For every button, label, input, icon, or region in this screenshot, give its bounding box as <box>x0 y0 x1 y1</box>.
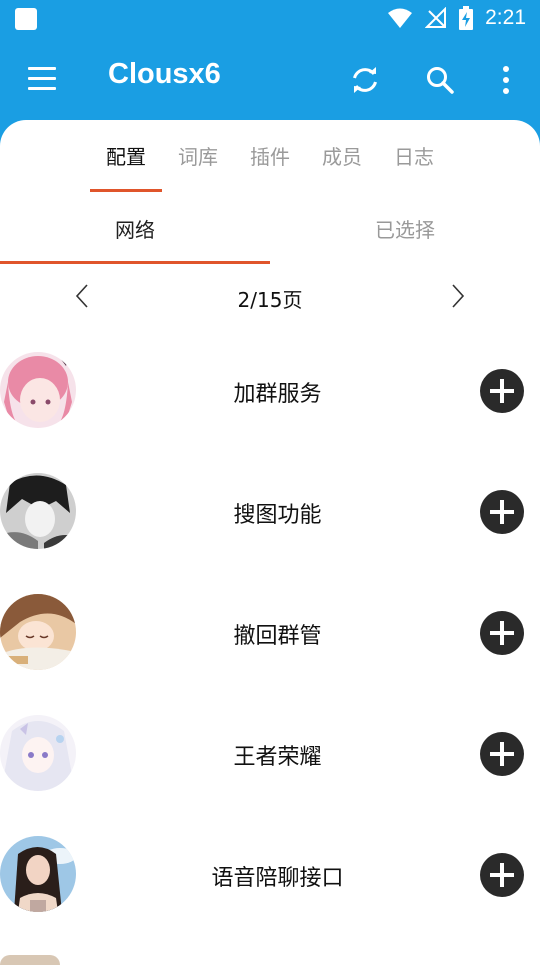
list-item[interactable]: 撤回群管 <box>0 574 540 695</box>
pager: 2/15页 <box>0 264 540 328</box>
app-bar: Clousx6 <box>0 40 540 116</box>
add-plugin-button[interactable] <box>480 732 524 776</box>
plugin-list: 加群服务 搜图功能 撤回群管 王者荣耀 语音陪聊接口 <box>0 332 540 937</box>
refresh-icon[interactable] <box>345 60 385 100</box>
item-name: 语音陪聊接口 <box>211 866 344 891</box>
portrait-girl-avatar <box>0 836 76 912</box>
no-signal-icon <box>425 7 447 28</box>
item-name: 撤回群管 <box>233 624 322 649</box>
next-page-icon[interactable] <box>446 282 470 310</box>
add-plugin-button[interactable] <box>480 369 524 413</box>
tab-lexicon[interactable]: 词库 <box>162 120 234 192</box>
add-plugin-button[interactable] <box>480 490 524 534</box>
add-plugin-button[interactable] <box>480 853 524 897</box>
notification-icon <box>15 8 37 30</box>
subtab-network[interactable]: 网络 <box>0 192 270 264</box>
list-item[interactable]: 搜图功能 <box>0 453 540 574</box>
search-icon[interactable] <box>420 60 460 100</box>
app-title: Clousx6 <box>108 58 221 90</box>
add-plugin-button[interactable] <box>480 611 524 655</box>
wifi-icon <box>388 8 413 28</box>
subtab-selected[interactable]: 已选择 <box>270 192 540 264</box>
item-name: 王者荣耀 <box>233 745 322 770</box>
battery-charging-icon <box>459 6 474 30</box>
status-time: 2:21 <box>485 6 526 29</box>
status-bar: 2:21 <box>0 0 540 36</box>
main-tabs: 配置 词库 插件 成员 日志 <box>90 120 450 192</box>
menu-icon[interactable] <box>24 64 60 94</box>
item-name: 加群服务 <box>233 382 322 407</box>
tab-logs[interactable]: 日志 <box>378 120 450 192</box>
sleeping-girl-avatar <box>0 594 76 670</box>
list-item[interactable]: 王者荣耀 <box>0 695 540 816</box>
item-name: 搜图功能 <box>233 503 322 528</box>
partial-avatar <box>0 955 60 965</box>
pink-hair-anime-avatar <box>0 352 76 428</box>
sub-tabs: 网络 已选择 <box>0 192 540 264</box>
more-options-icon[interactable] <box>486 60 526 100</box>
tab-members[interactable]: 成员 <box>306 120 378 192</box>
list-item[interactable]: 加群服务 <box>0 332 540 453</box>
monochrome-anime-avatar <box>0 473 76 549</box>
tab-plugins[interactable]: 插件 <box>234 120 306 192</box>
content-card: 配置 词库 插件 成员 日志 网络 已选择 2/15页 加群服务 搜图功能 撤回… <box>0 120 540 960</box>
list-item[interactable]: 语音陪聊接口 <box>0 816 540 937</box>
tab-config[interactable]: 配置 <box>90 120 162 192</box>
white-hair-anime-avatar <box>0 715 76 791</box>
